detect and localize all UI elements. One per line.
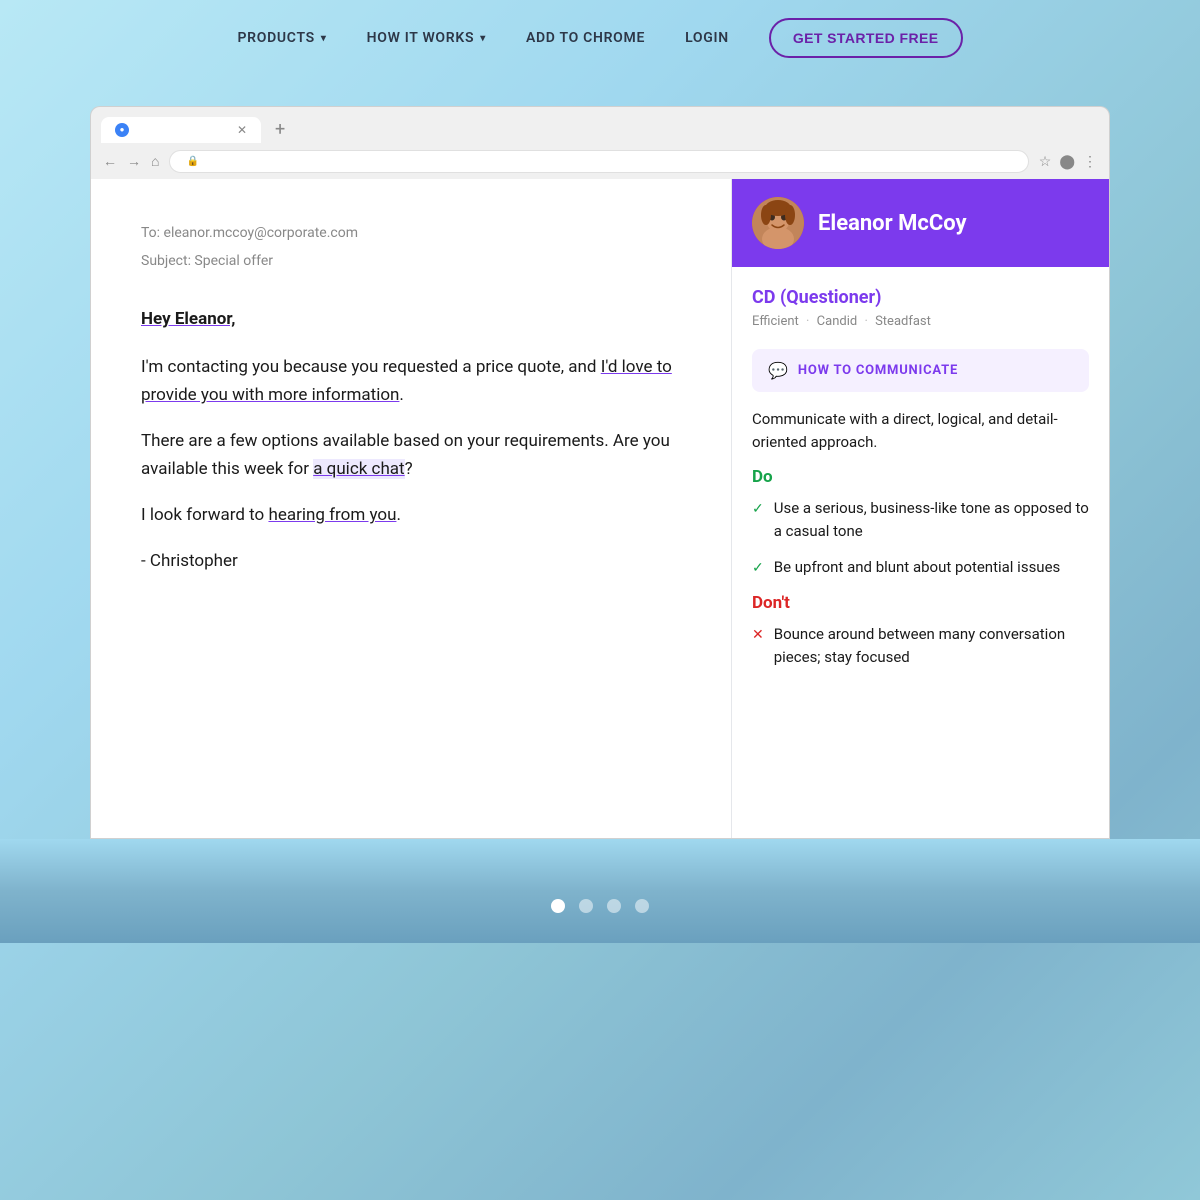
- nav-products-label: PRODUCTS: [237, 30, 314, 46]
- email-meta: To: eleanor.mccoy@corporate.com Subject:…: [141, 219, 691, 275]
- nav-products[interactable]: PRODUCTS ▾: [237, 30, 326, 46]
- email-paragraph-3: I look forward to hearing from you.: [141, 501, 691, 529]
- trait-2: Candid: [817, 314, 858, 329]
- dont-item-1: ✕ Bounce around between many conversatio…: [752, 623, 1089, 668]
- bottom-area: [0, 839, 1200, 943]
- email-para3-post: .: [396, 505, 400, 525]
- how-to-communicate-section: 💬 HOW TO COMMUNICATE: [752, 349, 1089, 392]
- trait-1: Efficient: [752, 314, 799, 329]
- pagination-dots: [551, 899, 649, 913]
- do-item-2: ✓ Be upfront and blunt about potential i…: [752, 556, 1089, 579]
- email-para1-post: .: [399, 385, 403, 405]
- browser-chrome: ● ✕ + ← → ⌂ 🔒 ☆ ⬤ ⋮: [90, 106, 1110, 179]
- do-item-2-text: Be upfront and blunt about potential iss…: [774, 556, 1061, 579]
- address-bar[interactable]: 🔒: [169, 150, 1028, 173]
- email-body: Hey Eleanor, I'm contacting you because …: [141, 305, 691, 575]
- nav-login[interactable]: LOGIN: [685, 30, 729, 46]
- how-to-label: HOW TO COMMUNICATE: [798, 363, 958, 378]
- star-icon[interactable]: ☆: [1039, 154, 1052, 170]
- chat-icon: 💬: [768, 361, 788, 380]
- email-subject: Subject: Special offer: [141, 247, 691, 275]
- navbar: PRODUCTS ▾ HOW IT WORKS ▾ ADD TO CHROME …: [0, 0, 1200, 76]
- nav-how-it-works[interactable]: HOW IT WORKS ▾: [367, 30, 486, 46]
- email-para2-post: ?: [405, 459, 413, 479]
- email-greeting: Hey Eleanor,: [141, 305, 691, 333]
- checkmark-icon: ✓: [752, 499, 764, 520]
- profile-panel: Eleanor McCoy CD (Questioner) Efficient …: [731, 179, 1109, 838]
- dot-1[interactable]: [551, 899, 565, 913]
- get-started-button[interactable]: GET STARTED FREE: [769, 18, 963, 58]
- nav-login-label: LOGIN: [685, 30, 729, 46]
- tab-favicon: ●: [115, 123, 129, 137]
- profile-body: CD (Questioner) Efficient · Candid · Ste…: [732, 267, 1109, 838]
- dot-4[interactable]: [635, 899, 649, 913]
- nav-add-to-chrome-label: ADD TO CHROME: [526, 30, 645, 46]
- browser-action-buttons: ☆ ⬤ ⋮: [1039, 154, 1097, 170]
- email-para3-link: hearing from you: [268, 505, 396, 525]
- do-item-1-text: Use a serious, business-like tone as opp…: [774, 497, 1089, 542]
- email-to: To: eleanor.mccoy@corporate.com: [141, 219, 691, 247]
- menu-icon[interactable]: ⋮: [1083, 154, 1097, 170]
- extension-icon[interactable]: ⬤: [1059, 154, 1075, 170]
- email-para2-link: a quick chat: [313, 459, 404, 479]
- email-paragraph-1: I'm contacting you because you requested…: [141, 353, 691, 409]
- dont-item-1-text: Bounce around between many conversation …: [774, 623, 1089, 668]
- profile-name: Eleanor McCoy: [818, 211, 967, 236]
- communicate-description: Communicate with a direct, logical, and …: [752, 408, 1089, 453]
- browser-tab[interactable]: ● ✕: [101, 117, 261, 143]
- new-tab-icon[interactable]: +: [265, 115, 295, 144]
- lock-icon: 🔒: [186, 156, 198, 167]
- profile-traits: Efficient · Candid · Steadfast: [752, 314, 1089, 329]
- do-label: Do: [752, 467, 1089, 487]
- profile-type: CD (Questioner): [752, 287, 1089, 308]
- checkmark-icon: ✓: [752, 558, 764, 579]
- do-item-1: ✓ Use a serious, business-like tone as o…: [752, 497, 1089, 542]
- browser-tab-bar: ● ✕ +: [91, 107, 1109, 144]
- profile-header: Eleanor McCoy: [732, 179, 1109, 267]
- browser-home-icon[interactable]: ⌂: [151, 153, 159, 170]
- browser-forward-icon[interactable]: →: [127, 153, 141, 170]
- get-started-label: GET STARTED FREE: [793, 30, 939, 46]
- browser-address-bar: ← → ⌂ 🔒 ☆ ⬤ ⋮: [91, 144, 1109, 179]
- browser-back-icon[interactable]: ←: [103, 153, 117, 170]
- email-paragraph-2: There are a few options available based …: [141, 427, 691, 483]
- dont-label: Don't: [752, 593, 1089, 613]
- main-content: To: eleanor.mccoy@corporate.com Subject:…: [90, 179, 1110, 839]
- dot-2[interactable]: [579, 899, 593, 913]
- email-para1-pre: I'm contacting you because you requested…: [141, 357, 601, 377]
- chevron-down-icon: ▾: [480, 33, 486, 44]
- nav-add-to-chrome[interactable]: ADD TO CHROME: [526, 30, 645, 46]
- trait-3: Steadfast: [875, 314, 931, 329]
- x-icon: ✕: [752, 625, 764, 646]
- email-panel: To: eleanor.mccoy@corporate.com Subject:…: [91, 179, 731, 838]
- nav-how-it-works-label: HOW IT WORKS: [367, 30, 475, 46]
- email-signature: - Christopher: [141, 547, 691, 575]
- avatar: [752, 197, 804, 249]
- chevron-down-icon: ▾: [321, 33, 327, 44]
- tab-close-icon[interactable]: ✕: [237, 123, 247, 137]
- dot-3[interactable]: [607, 899, 621, 913]
- email-para3-pre: I look forward to: [141, 505, 268, 525]
- browser-window: ● ✕ + ← → ⌂ 🔒 ☆ ⬤ ⋮ To: eleanor.mccoy@co: [90, 106, 1110, 839]
